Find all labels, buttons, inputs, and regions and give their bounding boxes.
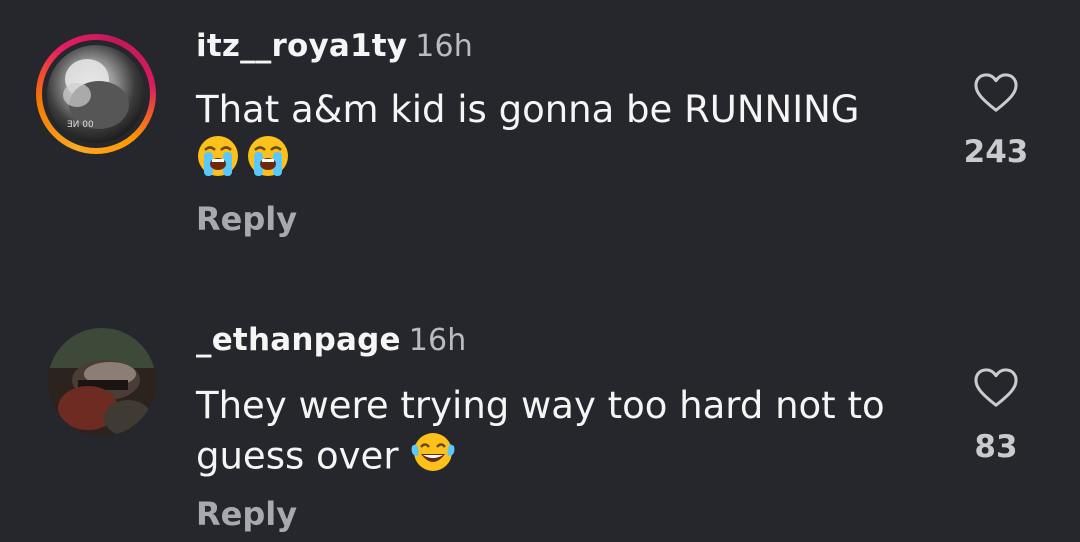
comment-text: That a&m kid is gonna be RUNNING bbox=[196, 86, 916, 190]
svg-text:ƎИ 00: ƎИ 00 bbox=[67, 120, 94, 130]
face-with-tears-of-joy-icon bbox=[410, 430, 456, 486]
avatar[interactable]: ƎИ 00 bbox=[47, 45, 145, 143]
avatar-photo: ƎИ 00 bbox=[63, 59, 129, 130]
like-count: 83 bbox=[974, 429, 1018, 465]
like-control[interactable]: 243 bbox=[956, 72, 1036, 170]
heart-icon[interactable] bbox=[973, 72, 1019, 114]
like-control[interactable]: 83 bbox=[956, 367, 1036, 465]
comment-item: ƎИ 00 itz__roya1ty 16h That a&m kid is go… bbox=[0, 0, 1080, 290]
comment-timestamp: 16h bbox=[408, 323, 467, 358]
username-text[interactable]: _ethanpage bbox=[196, 322, 401, 358]
comment-item: _ethanpage 16h They were trying way too h… bbox=[0, 300, 1080, 542]
comment-body: They were trying way too hard not to gue… bbox=[196, 384, 885, 478]
comment-body: That a&m kid is gonna be RUNNING bbox=[196, 88, 860, 131]
like-count: 243 bbox=[963, 134, 1029, 170]
comments-list: ƎИ 00 itz__roya1ty 16h That a&m kid is go… bbox=[0, 0, 1080, 542]
avatar-story-ring[interactable]: ƎИ 00 bbox=[36, 34, 156, 154]
comment-username[interactable]: itz__roya1ty 16h bbox=[196, 28, 473, 64]
comment-timestamp: 16h bbox=[415, 29, 473, 64]
comment-username[interactable]: _ethanpage 16h bbox=[196, 322, 467, 358]
comment-text: They were trying way too hard not to gue… bbox=[196, 382, 916, 486]
reply-button[interactable]: Reply bbox=[196, 495, 297, 533]
heart-icon[interactable] bbox=[973, 367, 1019, 409]
username-text[interactable]: itz__roya1ty bbox=[196, 28, 407, 64]
loudly-crying-face-icon bbox=[246, 134, 290, 190]
reply-button[interactable]: Reply bbox=[196, 200, 297, 238]
loudly-crying-face-icon bbox=[196, 134, 240, 190]
avatar-photo bbox=[48, 328, 156, 436]
avatar[interactable] bbox=[48, 328, 156, 436]
